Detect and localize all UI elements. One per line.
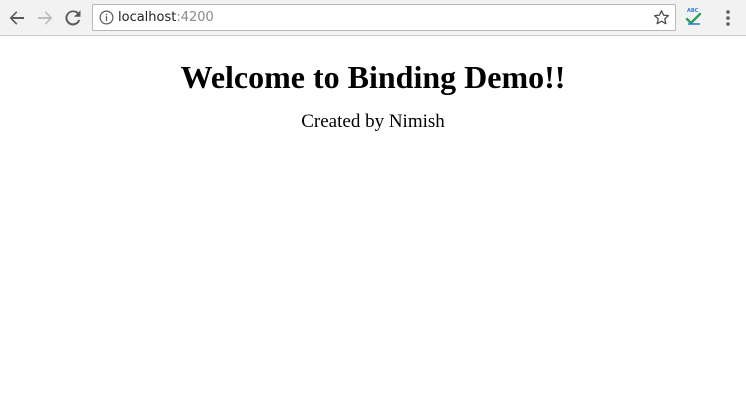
arrow-left-icon (9, 11, 24, 25)
info-icon[interactable] (99, 10, 114, 25)
url-host: localhost (118, 10, 177, 25)
url-text[interactable]: localhost:4200 (118, 9, 214, 26)
reload-icon (65, 10, 81, 26)
page-content: Welcome to Binding Demo!! Created by Nim… (0, 37, 746, 418)
spellcheck-extension-icon[interactable]: ABC (684, 8, 704, 28)
browser-toolbar: localhost:4200 ABC (0, 0, 746, 36)
page-subtitle: Created by Nimish (301, 111, 445, 132)
forward-button[interactable] (33, 6, 57, 30)
arrow-right-icon (38, 11, 53, 25)
star-icon[interactable] (653, 9, 670, 26)
back-button[interactable] (5, 6, 29, 30)
address-bar[interactable]: localhost:4200 (92, 4, 676, 31)
url-port: :4200 (176, 10, 214, 25)
reload-button[interactable] (61, 6, 85, 30)
page-title: Welcome to Binding Demo!! (180, 59, 566, 95)
browser-window: localhost:4200 ABC Welcome to Binding De… (0, 0, 746, 418)
kebab-menu-icon[interactable] (719, 7, 737, 29)
